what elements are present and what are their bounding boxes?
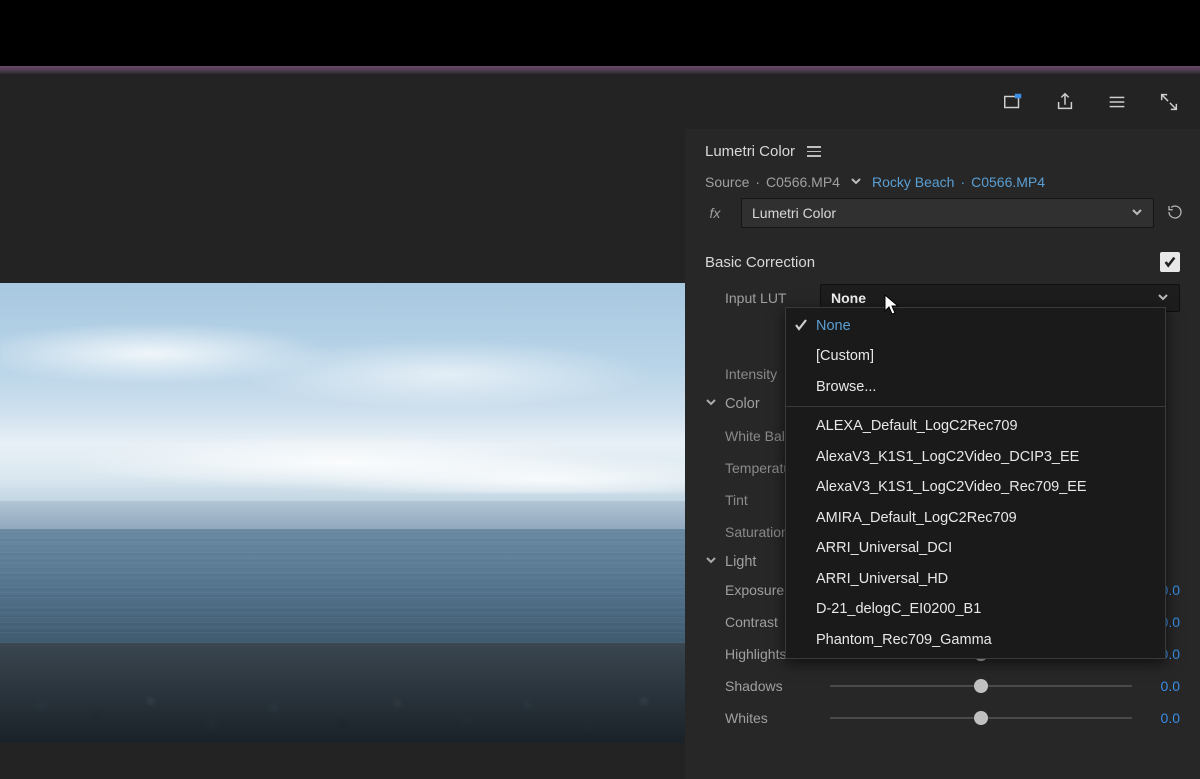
shadows-label: Shadows [725, 678, 830, 694]
light-section-label: Light [725, 554, 756, 570]
workspace-menu-icon[interactable] [1106, 91, 1128, 113]
app-title-bar [0, 0, 1200, 66]
preview-frame [0, 283, 685, 743]
lut-option[interactable]: D-21_delogC_EI0200_B1 [786, 594, 1165, 624]
lut-option[interactable]: AMIRA_Default_LogC2Rec709 [786, 503, 1165, 533]
chevron-down-icon [705, 396, 717, 412]
section-basic-correction[interactable]: Basic Correction [705, 254, 815, 271]
whites-slider[interactable] [830, 708, 1132, 728]
quick-export-icon[interactable] [1002, 91, 1024, 113]
reset-icon[interactable] [1166, 203, 1184, 224]
basic-correction-checkbox[interactable] [1160, 252, 1180, 272]
input-lut-dropdown[interactable]: None [Custom] Browse... ALEXA_Default_Lo… [785, 307, 1166, 659]
lut-option-none[interactable]: None [786, 311, 1165, 341]
share-icon[interactable] [1054, 91, 1076, 113]
check-icon [794, 317, 808, 331]
lut-option[interactable]: Phantom_Rec709_Gamma [786, 625, 1165, 655]
source-file: C0566.MP4 [766, 174, 840, 190]
effect-selector[interactable]: Lumetri Color [741, 198, 1154, 228]
lut-option[interactable]: ALEXA_Default_LogC2Rec709 [786, 411, 1165, 441]
source-prefix: Source [705, 174, 749, 190]
whites-label: Whites [725, 710, 830, 726]
whites-value[interactable]: 0.0 [1132, 710, 1180, 726]
sequence-link[interactable]: Rocky Beach [872, 174, 954, 190]
input-lut-value: None [831, 290, 866, 306]
workspace-divider [0, 66, 1200, 74]
lut-option-custom[interactable]: [Custom] [786, 341, 1165, 371]
shadows-value[interactable]: 0.0 [1132, 678, 1180, 694]
fullscreen-icon[interactable] [1158, 91, 1180, 113]
lut-option[interactable]: ARRI_Universal_DCI [786, 533, 1165, 563]
chevron-down-icon [705, 554, 717, 570]
input-lut-label: Input LUT [725, 290, 820, 306]
program-monitor [0, 129, 685, 779]
lut-option[interactable]: ARRI_Universal_HD [786, 564, 1165, 594]
shadows-slider[interactable] [830, 676, 1132, 696]
shadows-row: Shadows 0.0 [685, 670, 1200, 702]
menu-separator [786, 406, 1165, 407]
color-section-label: Color [725, 396, 760, 412]
clip-link[interactable]: C0566.MP4 [971, 174, 1045, 190]
effect-name: Lumetri Color [752, 205, 836, 221]
panel-menu-icon[interactable] [807, 146, 821, 157]
lut-option[interactable]: AlexaV3_K1S1_LogC2Video_Rec709_EE [786, 472, 1165, 502]
lut-option-browse[interactable]: Browse... [786, 372, 1165, 402]
lumetri-color-panel: Lumetri Color Source · C0566.MP4 Rocky B… [685, 129, 1200, 779]
lut-option[interactable]: AlexaV3_K1S1_LogC2Video_DCIP3_EE [786, 442, 1165, 472]
panel-title: Lumetri Color [705, 143, 795, 160]
fx-badge: fx [701, 205, 729, 221]
chevron-down-icon [1131, 205, 1143, 221]
whites-row: Whites 0.0 [685, 702, 1200, 734]
chevron-down-icon[interactable] [850, 174, 862, 190]
top-toolbar [0, 74, 1200, 129]
chevron-down-icon [1157, 290, 1169, 306]
source-breadcrumb: Source · C0566.MP4 Rocky Beach · C0566.M… [685, 170, 1200, 198]
